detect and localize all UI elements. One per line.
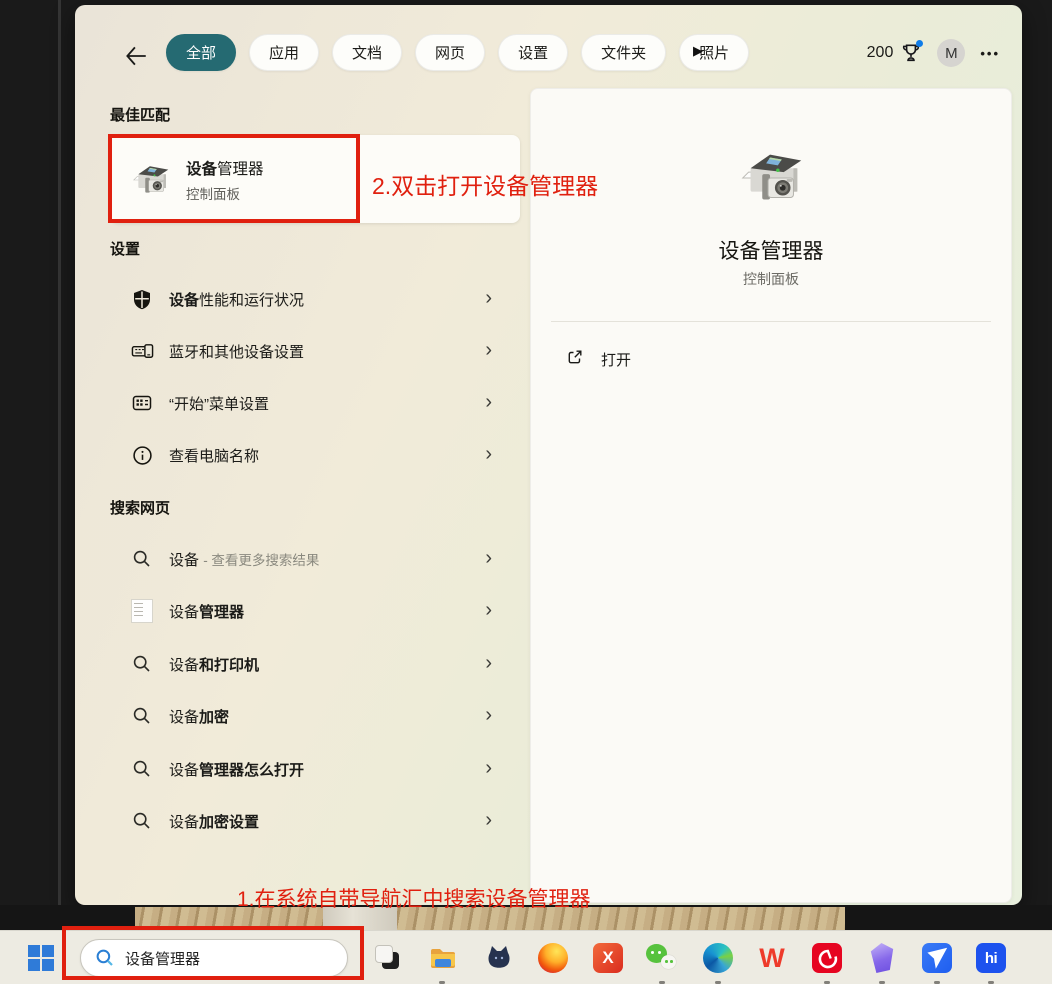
annotation-box-best-match: [108, 134, 360, 223]
chevron-right-icon: ›: [485, 651, 492, 674]
web-thumbnail: [130, 599, 154, 623]
preview-panel: 设备管理器 控制面板 打开: [530, 88, 1012, 903]
background-window-edge: [58, 0, 61, 905]
web-result-device-manager[interactable]: 设备管理器 ›: [110, 585, 502, 637]
search-icon: [130, 809, 154, 833]
tab-web[interactable]: 网页: [415, 33, 486, 71]
search-icon: [130, 652, 154, 676]
firefox-icon[interactable]: [537, 942, 569, 974]
search-icon: [130, 547, 154, 571]
chevron-right-icon: ›: [485, 703, 492, 726]
chevron-right-icon: ›: [485, 546, 492, 569]
result-label: 设备 - 查看更多搜索结果: [169, 551, 320, 569]
tab-documents[interactable]: 文档: [332, 33, 403, 71]
chevron-right-icon: ›: [485, 442, 492, 465]
preview-title: 设备管理器: [718, 240, 824, 263]
chevron-right-icon: ›: [485, 598, 492, 621]
more-tabs-icon[interactable]: ▶: [693, 43, 703, 59]
open-action[interactable]: 打开: [553, 339, 991, 379]
more-options-icon[interactable]: •••: [980, 46, 1000, 61]
chevron-right-icon: ›: [485, 756, 492, 779]
tencent-docs-icon[interactable]: [921, 942, 953, 974]
user-avatar[interactable]: M: [937, 39, 966, 67]
divider: [551, 321, 991, 322]
hi-app-icon[interactable]: hi: [975, 942, 1007, 974]
open-external-icon: [566, 348, 584, 371]
tab-folders[interactable]: 文件夹: [581, 33, 667, 71]
tab-settings[interactable]: 设置: [498, 33, 569, 71]
netease-music-icon[interactable]: [811, 942, 843, 974]
result-label: 查看电脑名称: [169, 447, 260, 465]
rewards-points: 200: [866, 44, 894, 61]
windows-start-button[interactable]: [28, 945, 54, 971]
back-arrow-icon: [126, 46, 146, 66]
wps-icon[interactable]: W: [756, 942, 788, 974]
annotation-step1: 1.在系统自带导航汇中搜索设备管理器: [237, 888, 591, 911]
search-filter-tabs: 全部 应用 文档 网页 设置 文件夹 照片: [166, 33, 750, 71]
open-label: 打开: [601, 351, 632, 369]
result-device-performance[interactable]: 设备性能和运行状况 ›: [110, 273, 502, 325]
result-label: 设备加密: [169, 708, 230, 726]
info-icon: [130, 443, 154, 467]
clash-cat-icon[interactable]: [483, 942, 515, 974]
task-view-icon[interactable]: [372, 942, 404, 974]
start-menu-icon: [130, 391, 154, 415]
result-label: “开始”菜单设置: [169, 395, 269, 413]
tab-apps[interactable]: 应用: [249, 33, 320, 71]
annotation-step2: 2.双击打开设备管理器: [372, 173, 599, 199]
search-web-header: 搜索网页: [110, 500, 171, 517]
edge-icon[interactable]: [702, 942, 734, 974]
result-label: 设备加密设置: [169, 813, 260, 831]
result-label: 设备管理器: [169, 603, 245, 621]
device-manager-icon: [733, 139, 811, 222]
result-view-pc-name[interactable]: 查看电脑名称 ›: [110, 429, 502, 481]
web-result-encryption-settings[interactable]: 设备加密设置 ›: [110, 795, 502, 847]
chevron-right-icon: ›: [485, 808, 492, 831]
web-result-device-encryption[interactable]: 设备加密 ›: [110, 690, 502, 742]
avatar-letter: M: [945, 44, 958, 62]
wechat-icon[interactable]: [646, 942, 678, 974]
topbar-right-cluster: 200 M •••: [867, 35, 1000, 71]
search-icon: [130, 757, 154, 781]
settings-section-header: 设置: [110, 241, 141, 258]
result-label: 设备和打印机: [169, 656, 260, 674]
chevron-right-icon: ›: [485, 390, 492, 413]
security-shield-icon: [130, 287, 154, 311]
xmind-icon[interactable]: X: [592, 942, 624, 974]
result-label: 蓝牙和其他设备设置: [169, 343, 305, 361]
xmind-letter: X: [602, 948, 614, 967]
web-result-more[interactable]: 设备 - 查看更多搜索结果 ›: [110, 533, 502, 585]
search-icon: [130, 704, 154, 728]
result-bluetooth-devices[interactable]: 蓝牙和其他设备设置 ›: [110, 325, 502, 377]
preview-subtitle: 控制面板: [743, 271, 799, 287]
rewards-trophy-icon: [900, 40, 924, 64]
tab-photos[interactable]: 照片: [679, 33, 750, 71]
rewards-button[interactable]: 200: [866, 40, 924, 64]
back-button[interactable]: [123, 43, 149, 69]
bluetooth-devices-icon: [130, 339, 154, 363]
result-label: 设备管理器怎么打开: [169, 761, 305, 779]
obsidian-icon[interactable]: [866, 942, 898, 974]
hi-letters: hi: [984, 949, 998, 967]
result-label: 设备性能和运行状况: [169, 291, 305, 309]
chevron-right-icon: ›: [485, 286, 492, 309]
best-match-header: 最佳匹配: [110, 107, 171, 124]
annotation-box-taskbar-search: [62, 926, 364, 980]
file-explorer-icon[interactable]: [427, 942, 459, 974]
web-result-devices-printers[interactable]: 设备和打印机 ›: [110, 638, 502, 690]
chevron-right-icon: ›: [485, 338, 492, 361]
web-result-how-to-open[interactable]: 设备管理器怎么打开 ›: [110, 743, 502, 795]
result-start-menu-settings[interactable]: “开始”菜单设置 ›: [110, 377, 502, 429]
tab-all[interactable]: 全部: [166, 33, 237, 71]
